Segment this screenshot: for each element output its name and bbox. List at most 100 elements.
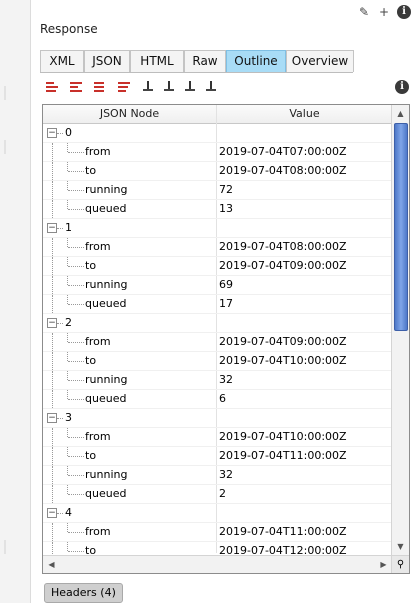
value-cell bbox=[219, 219, 391, 237]
expand-all-icon[interactable] bbox=[44, 81, 60, 93]
tree-leaf-row[interactable]: from 2019-07-04T07:00:00Z bbox=[43, 143, 392, 162]
tree-connector bbox=[68, 551, 84, 552]
tree-leaf-row[interactable]: running 32 bbox=[43, 371, 392, 390]
tree-connector bbox=[67, 390, 68, 399]
tree-connector bbox=[52, 295, 53, 313]
headers-tab[interactable]: Headers (4) bbox=[44, 583, 123, 603]
tree-leaf-row[interactable]: queued 17 bbox=[43, 295, 392, 314]
tree-leaf-row[interactable]: running 32 bbox=[43, 466, 392, 485]
tree-connector bbox=[68, 152, 84, 153]
tree-leaf-row[interactable]: to 2019-07-04T08:00:00Z bbox=[43, 162, 392, 181]
move-up-icon[interactable] bbox=[164, 81, 174, 91]
collapse-icon[interactable]: − bbox=[47, 508, 57, 518]
value-cell: 2019-07-04T09:00:00Z bbox=[219, 259, 347, 272]
tree-connector bbox=[52, 181, 53, 199]
value-cell: 2019-07-04T11:00:00Z bbox=[219, 525, 347, 538]
tree-group-row[interactable]: −0 bbox=[43, 124, 392, 143]
tree-leaf-row[interactable]: queued 13 bbox=[43, 200, 392, 219]
tree-group-row[interactable]: −4 bbox=[43, 504, 392, 523]
tree-leaf-row[interactable]: to 2019-07-04T10:00:00Z bbox=[43, 352, 392, 371]
tab-outline[interactable]: Outline bbox=[226, 50, 286, 72]
json-outline-grid[interactable]: JSON Node Value −0 from 2019-07-04T07:00:0… bbox=[42, 104, 410, 574]
tree-connector bbox=[57, 133, 63, 134]
collapse-level-icon[interactable] bbox=[116, 81, 132, 93]
node-cell: to bbox=[43, 162, 215, 180]
scroll-thumb[interactable] bbox=[394, 123, 408, 331]
tab-xml[interactable]: XML bbox=[40, 50, 84, 72]
collapse-icon[interactable]: − bbox=[47, 128, 57, 138]
tree-connector bbox=[68, 532, 84, 533]
move-down-icon[interactable] bbox=[143, 81, 153, 91]
node-cell: −3 bbox=[43, 409, 215, 427]
tree-leaf-row[interactable]: from 2019-07-04T09:00:00Z bbox=[43, 333, 392, 352]
column-header-node[interactable]: JSON Node bbox=[43, 105, 217, 123]
add-icon[interactable]: + bbox=[377, 5, 391, 19]
value-cell: 13 bbox=[219, 202, 233, 215]
value-cell: 72 bbox=[219, 183, 233, 196]
value-cell: 17 bbox=[219, 297, 233, 310]
tree-connector bbox=[67, 200, 68, 209]
tab-json[interactable]: JSON bbox=[84, 50, 130, 72]
scroll-left-icon[interactable]: ◀ bbox=[43, 556, 60, 573]
tree-connector bbox=[57, 228, 63, 229]
tree-connector bbox=[52, 143, 53, 161]
collapse-all-icon[interactable] bbox=[68, 81, 84, 93]
node-cell: queued bbox=[43, 485, 215, 503]
move-top-icon[interactable] bbox=[185, 81, 195, 91]
tree-connector bbox=[67, 542, 68, 551]
tree-group-row[interactable]: −2 bbox=[43, 314, 392, 333]
node-label: from bbox=[85, 430, 111, 443]
tab-overview[interactable]: Overview bbox=[286, 50, 354, 72]
tree-connector bbox=[68, 285, 84, 286]
tree-group-row[interactable]: −3 bbox=[43, 409, 392, 428]
value-cell: 2019-07-04T10:00:00Z bbox=[219, 430, 347, 443]
panel-top-icons: ✎ + i bbox=[357, 4, 411, 20]
collapse-icon[interactable]: − bbox=[47, 223, 57, 233]
tab-html[interactable]: HTML bbox=[130, 50, 184, 72]
scroll-up-icon[interactable]: ▲ bbox=[392, 105, 409, 122]
collapse-icon[interactable]: − bbox=[47, 318, 57, 328]
tree-connector bbox=[68, 361, 84, 362]
tree-leaf-row[interactable]: to 2019-07-04T11:00:00Z bbox=[43, 447, 392, 466]
zoom-icon[interactable]: ⚲ bbox=[391, 555, 409, 573]
scroll-down-icon[interactable]: ▼ bbox=[392, 538, 409, 555]
collapse-icon[interactable]: − bbox=[47, 413, 57, 423]
tree-leaf-row[interactable]: running 69 bbox=[43, 276, 392, 295]
tree-group-row[interactable]: −1 bbox=[43, 219, 392, 238]
horizontal-scrollbar[interactable]: ◀ ▶ bbox=[43, 555, 392, 573]
tree-leaf-row[interactable]: from 2019-07-04T10:00:00Z bbox=[43, 428, 392, 447]
tree-leaf-row[interactable]: queued 2 bbox=[43, 485, 392, 504]
node-cell: queued bbox=[43, 200, 215, 218]
vertical-scrollbar[interactable]: ▲ ▼ bbox=[391, 105, 409, 555]
node-label: 2 bbox=[65, 316, 72, 329]
scroll-right-icon[interactable]: ▶ bbox=[375, 556, 392, 573]
node-label: to bbox=[85, 354, 97, 367]
node-cell: to bbox=[43, 352, 215, 370]
info-icon[interactable]: i bbox=[397, 5, 411, 19]
tree-leaf-row[interactable]: to 2019-07-04T12:00:00Z bbox=[43, 542, 392, 555]
tree-leaf-row[interactable]: to 2019-07-04T09:00:00Z bbox=[43, 257, 392, 276]
move-bottom-icon[interactable] bbox=[206, 81, 216, 91]
value-cell: 2019-07-04T08:00:00Z bbox=[219, 240, 347, 253]
tree-leaf-row[interactable]: queued 6 bbox=[43, 390, 392, 409]
node-label: 1 bbox=[65, 221, 72, 234]
tree-leaf-row[interactable]: from 2019-07-04T08:00:00Z bbox=[43, 238, 392, 257]
tree-connector bbox=[52, 447, 53, 465]
column-header-value[interactable]: Value bbox=[217, 105, 392, 123]
tree-connector bbox=[57, 418, 63, 419]
value-cell: 69 bbox=[219, 278, 233, 291]
tree-connector bbox=[52, 162, 53, 180]
tree-leaf-row[interactable]: from 2019-07-04T11:00:00Z bbox=[43, 523, 392, 542]
node-cell: from bbox=[43, 238, 215, 256]
expand-level-icon[interactable] bbox=[92, 81, 108, 93]
info-icon[interactable]: i bbox=[395, 80, 409, 94]
gutter-marker bbox=[4, 540, 18, 554]
node-cell: to bbox=[43, 257, 215, 275]
tab-raw[interactable]: Raw bbox=[184, 50, 226, 72]
tree-leaf-row[interactable]: running 72 bbox=[43, 181, 392, 200]
node-cell: −0 bbox=[43, 124, 215, 142]
node-label: 0 bbox=[65, 126, 72, 139]
edit-icon[interactable]: ✎ bbox=[357, 5, 371, 19]
tree-connector bbox=[67, 371, 68, 380]
node-label: running bbox=[85, 183, 128, 196]
